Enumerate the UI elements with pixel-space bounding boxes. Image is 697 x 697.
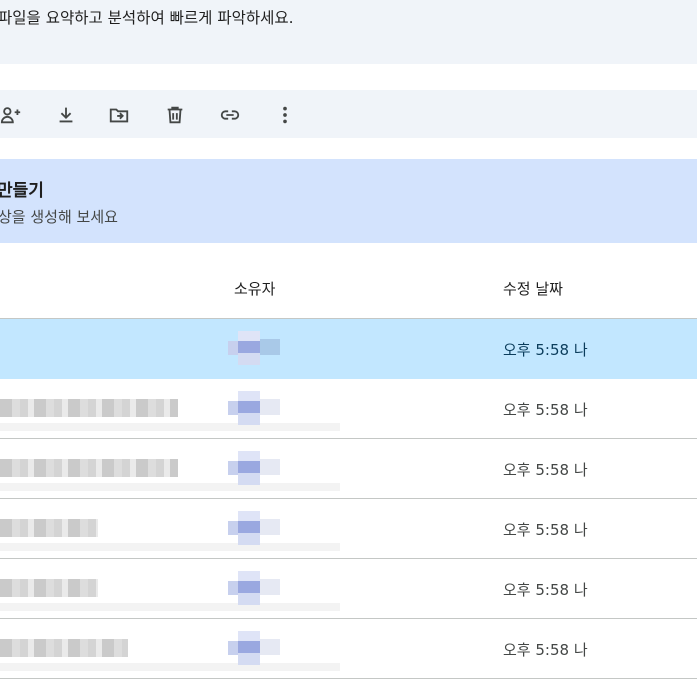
- share-button[interactable]: [0, 102, 24, 128]
- modified-date: 오후 5:58 나: [503, 461, 588, 479]
- modified-date: 오후 5:58 나: [503, 341, 588, 359]
- move-button[interactable]: [106, 102, 132, 128]
- create-promo-card[interactable]: [0, 159, 697, 243]
- file-name-redacted: [0, 639, 128, 657]
- owner-avatar-redacted: [228, 571, 288, 605]
- file-name-redacted: [0, 459, 178, 477]
- table-row[interactable]: 오후 5:58 나: [0, 559, 697, 619]
- delete-button[interactable]: [162, 102, 188, 128]
- column-header-modified[interactable]: 수정 날짜: [503, 278, 563, 299]
- download-icon: [59, 107, 73, 123]
- file-name-redacted: [0, 519, 98, 537]
- selection-toolbar: [0, 90, 697, 138]
- link-icon: [220, 110, 240, 120]
- row-divider: [0, 678, 697, 679]
- table-row[interactable]: 오후 5:58 나: [0, 619, 697, 679]
- promo-subtitle: 상을 생성해 보세요: [0, 208, 118, 226]
- owner-avatar-redacted: [228, 331, 288, 365]
- table-row[interactable]: 오후 5:58 나: [0, 319, 697, 379]
- file-name-redacted-shadow: [0, 663, 340, 671]
- info-banner: 파일을 요약하고 분석하여 빠르게 파악하세요.: [0, 0, 697, 64]
- owner-avatar-redacted: [228, 631, 288, 665]
- file-name-redacted-shadow: [0, 423, 340, 431]
- copy-link-button[interactable]: [217, 102, 243, 128]
- download-button[interactable]: [53, 102, 79, 128]
- modified-date: 오후 5:58 나: [503, 401, 588, 419]
- file-name-redacted-shadow: [0, 483, 340, 491]
- column-header-owner[interactable]: 소유자: [234, 278, 275, 299]
- modified-date: 오후 5:58 나: [503, 521, 588, 539]
- file-name-redacted: [0, 579, 98, 597]
- modified-date: 오후 5:58 나: [503, 641, 588, 659]
- owner-avatar-redacted: [228, 451, 288, 485]
- modified-date: 오후 5:58 나: [503, 581, 588, 599]
- banner-text: 파일을 요약하고 분석하여 빠르게 파악하세요.: [0, 9, 294, 27]
- table-row[interactable]: 오후 5:58 나: [0, 499, 697, 559]
- file-name-redacted-shadow: [0, 543, 340, 551]
- owner-avatar-redacted: [228, 391, 288, 425]
- table-row[interactable]: 오후 5:58 나: [0, 439, 697, 499]
- move-icon: [109, 108, 129, 123]
- owner-avatar-redacted: [228, 511, 288, 545]
- file-name-redacted: [0, 399, 178, 417]
- more-icon: [283, 106, 287, 124]
- delete-icon: [167, 106, 183, 124]
- more-actions-button[interactable]: [272, 102, 298, 128]
- table-row[interactable]: 오후 5:58 나: [0, 379, 697, 439]
- promo-title: 만들기: [0, 181, 44, 201]
- share-icon: [0, 107, 21, 124]
- file-name-redacted-shadow: [0, 603, 340, 611]
